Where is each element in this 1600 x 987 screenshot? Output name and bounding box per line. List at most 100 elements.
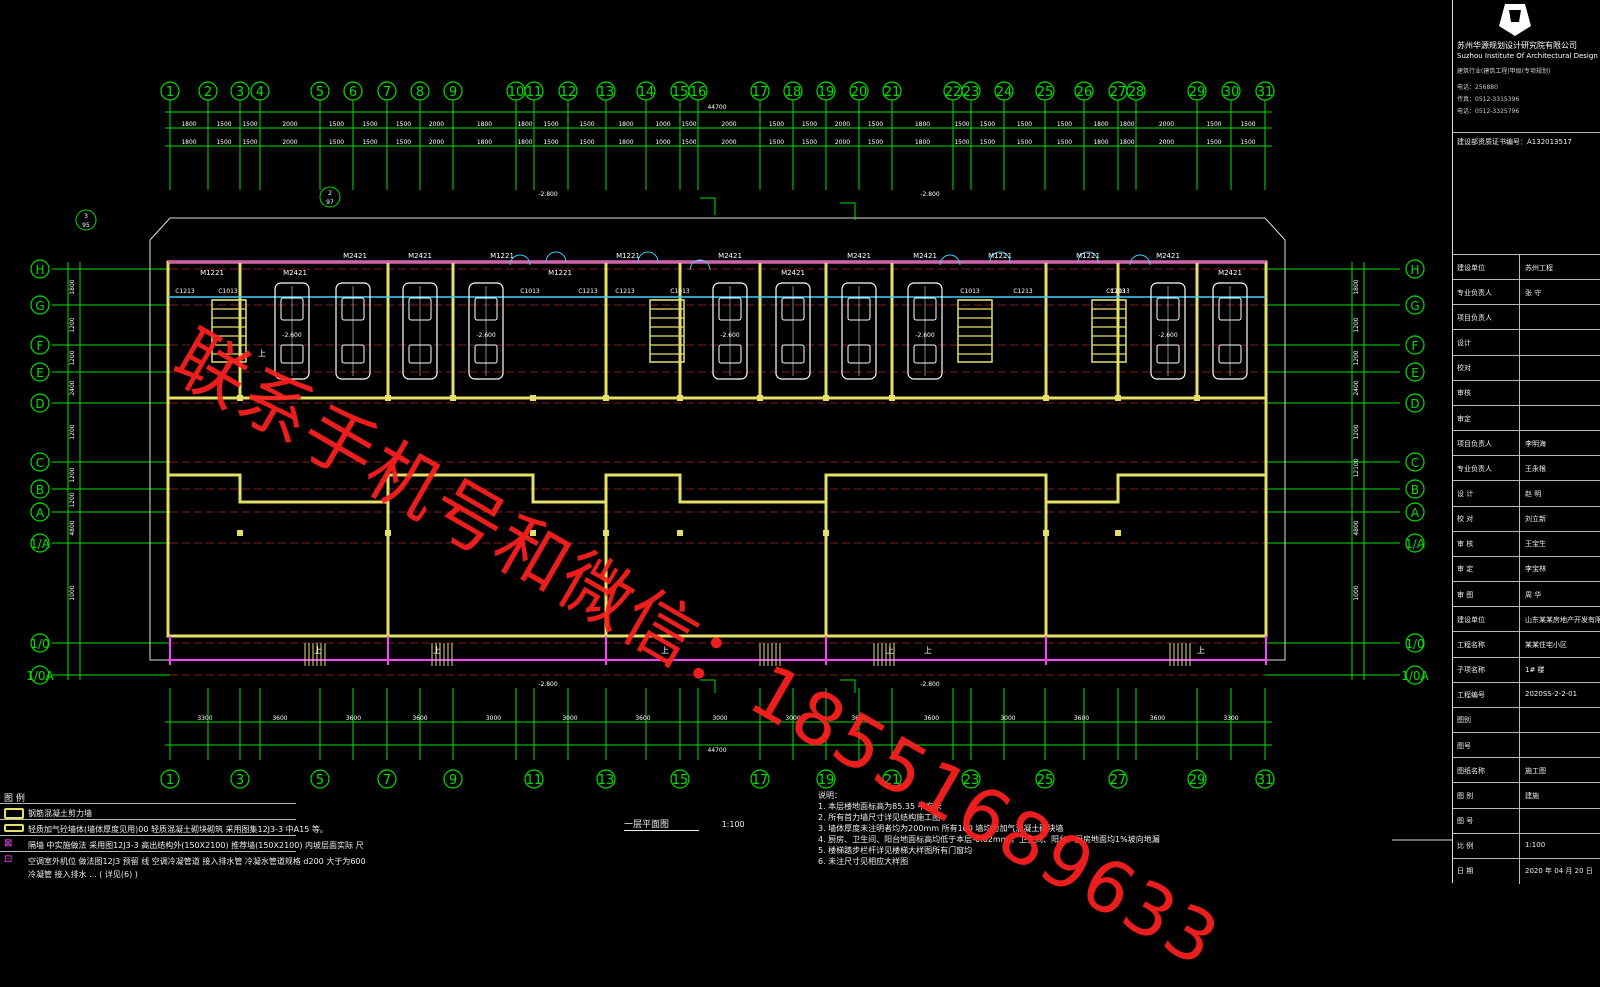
row-divider xyxy=(1519,481,1520,507)
column xyxy=(677,395,683,401)
title-block-value: 1# 楼 xyxy=(1525,666,1545,675)
title-block-value: 王永根 xyxy=(1525,464,1546,473)
title-block-label: 工程名称 xyxy=(1457,640,1485,649)
dimension-text: 1500 xyxy=(802,121,817,128)
title-block-row: 子项名称 1# 楼 xyxy=(1453,656,1600,683)
axis-label-bottom: 3 xyxy=(236,773,244,788)
dimension-text: 2000 xyxy=(1159,139,1174,146)
dimension-text: 1000 xyxy=(69,585,76,600)
window-tag: C1213 xyxy=(578,288,598,295)
window-tag: C1213 xyxy=(175,288,195,295)
dimension-text: 1500 xyxy=(396,121,411,128)
title-block-value: 张 守 xyxy=(1525,288,1542,297)
title-block-row: 设 计赵 明 xyxy=(1453,480,1600,507)
title-block-value: 刘立新 xyxy=(1525,515,1546,524)
axis-label-left: 1/0A xyxy=(26,669,54,683)
title-block-value: 李宝林 xyxy=(1525,565,1546,574)
title-block-label: 比 例 xyxy=(1457,842,1474,851)
dimension-text: 1500 xyxy=(681,121,696,128)
dimension-text: 1000 xyxy=(655,121,670,128)
axis-label-top: 31 xyxy=(1257,85,1274,100)
title-block-label: 专业负责人 xyxy=(1457,464,1492,473)
row-divider xyxy=(1519,330,1520,356)
title-block-row: 专业负责人 王永根 xyxy=(1453,455,1600,482)
plan-title: 一层平面图 xyxy=(624,820,700,831)
row-divider xyxy=(1519,657,1520,683)
dimension-text: 1800 xyxy=(1119,139,1134,146)
title-block-value: 苏州工程 xyxy=(1525,263,1553,272)
level-mark: -2.600 xyxy=(282,332,302,339)
axis-label-top: 28 xyxy=(1128,85,1145,100)
dimension-text: 3600 xyxy=(1150,715,1165,722)
dimension-text: 1500 xyxy=(769,139,784,146)
title-block-label: 专业负责人 xyxy=(1457,288,1492,297)
row-divider xyxy=(1519,682,1520,708)
axis-label-top: 24 xyxy=(996,85,1013,100)
axis-label-top: 22 xyxy=(945,85,962,100)
dimension-text: 44700 xyxy=(707,104,726,111)
column xyxy=(530,395,536,401)
index-mark: 2 xyxy=(328,190,332,197)
dimension-text: 1500 xyxy=(362,139,377,146)
title-block-label: 子项名称 xyxy=(1457,666,1485,675)
axis-label-top: 17 xyxy=(752,85,769,100)
dimension-text: 1500 xyxy=(868,121,883,128)
title-block-label: 日 期 xyxy=(1457,867,1474,876)
axis-label-right: 1/0 xyxy=(1405,637,1424,651)
axis-label-right: E xyxy=(1411,366,1419,380)
axis-label-top: 18 xyxy=(785,85,802,100)
row-divider xyxy=(1519,305,1520,331)
row-divider xyxy=(1519,858,1520,884)
title-block-row: 日 期 2020 年 04 月 20 日 xyxy=(1453,857,1600,884)
partition-icon: ⊠ xyxy=(4,838,13,849)
axis-label-bottom: 15 xyxy=(672,773,689,788)
axis-label-top: 29 xyxy=(1189,85,1206,100)
title-block-row: 图纸名称 施工图 xyxy=(1453,757,1600,784)
title-block-label: 审 核 xyxy=(1457,540,1474,549)
up-arrow-label: 上 xyxy=(314,646,322,655)
axis-label-top: 4 xyxy=(256,85,264,100)
dimension-text: 1500 xyxy=(242,121,257,128)
column xyxy=(385,395,391,401)
dimension-text: 1200 xyxy=(69,467,76,482)
axis-label-top: 10 xyxy=(508,85,525,100)
window-tag: C1213 xyxy=(1013,288,1033,295)
column xyxy=(1043,395,1049,401)
door-tag: M1221 xyxy=(1076,252,1100,260)
title-block-label: 项目负责人 xyxy=(1457,313,1492,322)
dimension-text: 1200 xyxy=(69,350,76,365)
dimension-text: 1800 xyxy=(181,139,196,146)
dimension-text: 1800 xyxy=(1119,121,1134,128)
title-block-row: 专业负责人 张 守 xyxy=(1453,279,1600,306)
floor-plan-drawing: 1 2 3 4 5 6 7 8 9 10 11 12 13 14 15 16 17 18 19 20 21 22 23 24 2… xyxy=(26,81,1452,841)
axis-label-top: 7 xyxy=(383,85,391,100)
axis-label-top: 23 xyxy=(963,85,980,100)
dimension-text: 3600 xyxy=(635,715,650,722)
door-tag: M2421 xyxy=(408,252,432,260)
title-block-label: 校对 xyxy=(1457,364,1471,373)
row-divider xyxy=(1519,808,1520,834)
axis-label-top: 3 xyxy=(236,85,244,100)
dimension-text: 1500 xyxy=(681,139,696,146)
title-block-row: 工程名称 某某住宅小区 xyxy=(1453,631,1600,658)
window-tag: C1013 xyxy=(218,288,238,295)
row-divider xyxy=(1519,733,1520,759)
title-block-value: 王宝生 xyxy=(1525,540,1546,549)
level-mark: -2.600 xyxy=(720,332,740,339)
index-mark: 95 xyxy=(82,222,90,229)
door-tag: M1221 xyxy=(988,252,1012,260)
dimension-text: 3000 xyxy=(1000,715,1015,722)
column xyxy=(823,530,829,536)
dimension-text: 1800 xyxy=(618,139,633,146)
dimension-text: 3000 xyxy=(562,715,577,722)
axis-label-bottom: 11 xyxy=(526,773,543,788)
dimension-text: 1800 xyxy=(517,121,532,128)
window-tag: C1013 xyxy=(960,288,980,295)
axis-label-bottom: 17 xyxy=(752,773,769,788)
title-block-row: 校对 xyxy=(1453,354,1600,381)
dimension-text: 1000 xyxy=(1353,585,1360,600)
legend: 图 例 钢筋混凝土剪力墙 轻质加气砼墙体(墙体厚度见用)00 轻质混凝土砌块砌筑… xyxy=(0,789,366,883)
reg-number: 建设部资质证书编号：A132013517 xyxy=(1457,138,1572,146)
title-block-value: 周 华 xyxy=(1525,590,1542,599)
axis-label-right: F xyxy=(1412,339,1419,353)
